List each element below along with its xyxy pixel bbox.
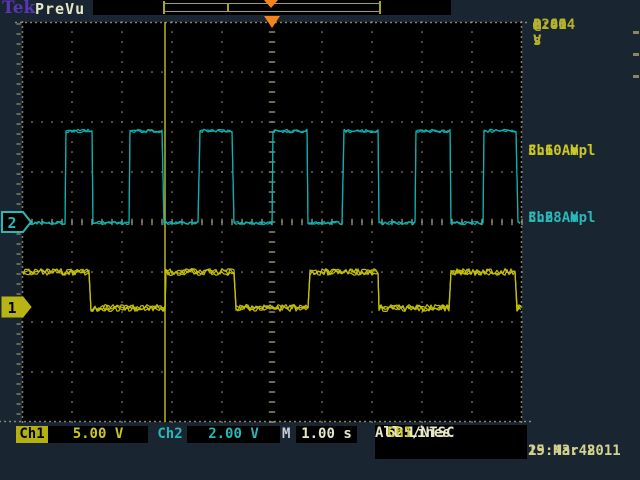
ch1-scale-value: 5.00 V [48,426,148,443]
ch2-flag-label: 2 [7,214,16,232]
graticule [22,22,522,422]
record-trigger-icon [264,0,278,8]
measurement-value: 3.60 V [528,143,579,160]
measurement-value: 3.68 V [528,210,579,227]
time-text: 15:43:48 [528,443,595,459]
record-bracket-right-icon [379,1,381,14]
trigger-status-box: 525/NTSC Ch1 All Lines [375,425,527,459]
ch2-scale-value: 2.00 V [187,426,280,443]
ch1-trace [23,269,521,312]
timebase-badge: M [282,426,296,443]
ch2-reference-marker: 2 [1,211,33,233]
ch1-reference-marker: 1 [1,296,33,318]
oscilloscope-screen: Tek PreVu 2 1 Δ: 0.00 V @: 3.40 V Δ: 2.8… [0,0,640,480]
trigger-position-icon [264,16,280,28]
record-bracket-left-icon [163,1,165,14]
cursor-at-t-value: −2.14 s [533,17,575,49]
bezel-tick-icon [633,31,639,34]
acquisition-status: PreVu [35,0,85,18]
video-trigger-mode: All Lines [375,425,451,442]
ch2-trace [23,129,520,224]
waveform-plot [22,22,522,422]
record-cursor-tick-icon [227,3,229,12]
ch1-flag-label: 1 [7,299,16,317]
bezel-tick-icon [633,75,639,78]
tek-logo: Tek [2,0,35,18]
timebase-value: 1.00 s [296,426,357,443]
bezel-tick-icon [633,53,639,56]
ch1-scale-badge: Ch1 [16,426,48,443]
ch2-scale-badge: Ch2 [153,426,187,443]
